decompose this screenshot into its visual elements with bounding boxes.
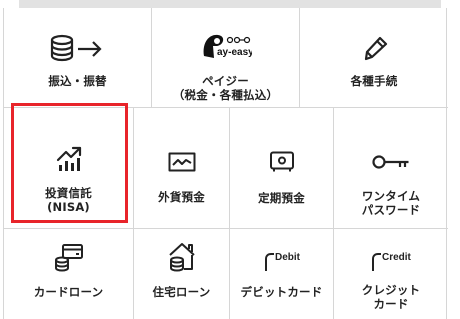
menu-item-card-loan[interactable]: カードローン	[4, 229, 134, 319]
menu-item-housing-loan[interactable]: 住宅ローン	[134, 229, 230, 319]
menu-item-label: 住宅ローン	[152, 285, 211, 299]
menu-item-label: 各種手続	[350, 74, 398, 88]
menu-item-label: 定期預金	[258, 191, 305, 205]
card-coins-icon	[54, 243, 84, 273]
svg-text:ay-easy: ay-easy	[217, 47, 252, 58]
menu-item-label: 外貨預金	[158, 190, 205, 204]
menu-item-fx-deposit[interactable]: 外貨預金	[134, 108, 230, 228]
debit-card-icon: Debit	[258, 247, 306, 273]
menu-item-payeasy[interactable]: ay-easy ペイジー （税金・各種払込）	[152, 8, 300, 107]
menu-row-2: 投資信託 (NISA) 外貨預金 定期預金 ワンタイム パスワード	[4, 108, 448, 229]
menu-item-label: 振込・振替	[48, 74, 107, 88]
svg-text:Credit: Credit	[382, 252, 412, 263]
menu-item-time-deposit[interactable]: 定期預金	[230, 108, 334, 228]
menu-item-label: ペイジー （税金・各種払込）	[172, 74, 279, 102]
growth-chart-icon	[56, 146, 82, 172]
menu-item-transfer[interactable]: 振込・振替	[4, 8, 152, 107]
menu-item-label: 投資信託 (NISA)	[45, 186, 92, 214]
menu-item-nisa[interactable]: 投資信託 (NISA)	[4, 108, 134, 228]
house-coins-icon	[167, 241, 197, 273]
menu-item-debit-card[interactable]: Debit デビットカード	[230, 229, 334, 319]
database-arrow-icon	[50, 34, 106, 62]
menu-item-procedures[interactable]: 各種手続	[300, 8, 448, 107]
menu-grid: 振込・振替 ay-easy ペイジー （税金・各種払込） 各種手続 投資信託 (…	[3, 8, 448, 319]
key-icon	[372, 154, 410, 170]
menu-item-label: カードローン	[33, 285, 104, 299]
menu-row-1: 振込・振替 ay-easy ペイジー （税金・各種払込） 各種手続	[4, 8, 448, 108]
menu-item-credit-card[interactable]: Credit クレジット カード	[334, 229, 448, 319]
payeasy-logo: ay-easy	[200, 34, 252, 62]
menu-item-label: クレジット カード	[361, 283, 421, 311]
svg-text:Debit: Debit	[275, 252, 301, 263]
top-bar	[19, 0, 441, 8]
pencil-icon	[360, 34, 388, 62]
line-chart-icon	[168, 152, 196, 172]
menu-item-label: ワンタイム パスワード	[361, 189, 421, 217]
menu-row-3: カードローン 住宅ローン Debit デビットカード Credit クレジット …	[4, 229, 448, 319]
credit-card-icon: Credit	[365, 247, 417, 273]
safe-icon	[269, 151, 295, 173]
menu-item-one-time-password[interactable]: ワンタイム パスワード	[334, 108, 448, 228]
menu-item-label: デビットカード	[240, 285, 323, 299]
